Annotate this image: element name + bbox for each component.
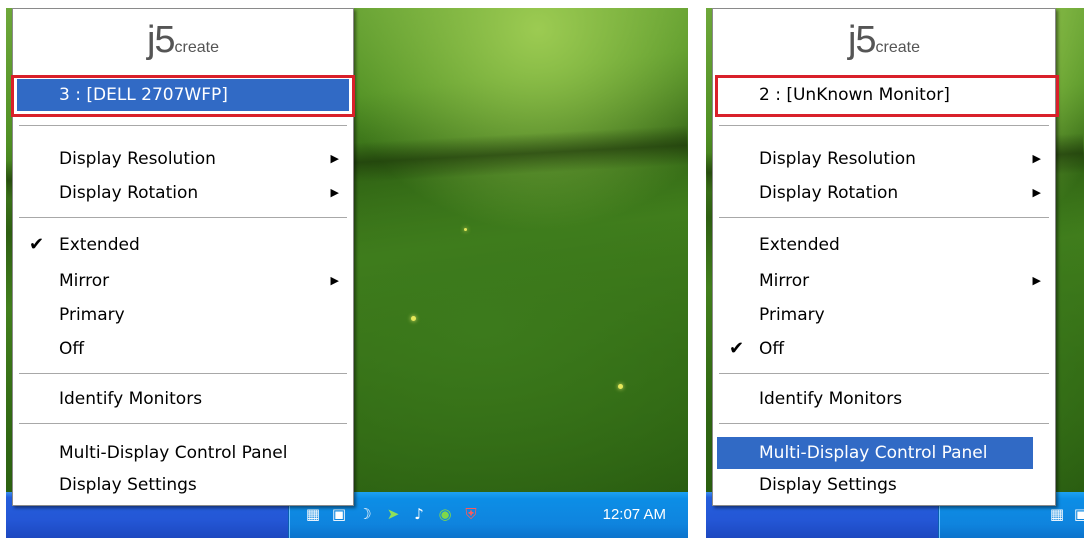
menu-item-label: Identify Monitors: [59, 389, 203, 409]
menu-item-monitor[interactable]: 3 : [DELL 2707WFP]: [17, 79, 349, 111]
j5create-logo: j5create: [13, 19, 353, 67]
context-menu: j5create 2 : [UnKnown Monitor] Display R…: [712, 8, 1059, 506]
menu-item-label: Identify Monitors: [759, 389, 903, 409]
firefly-dot: [618, 384, 623, 389]
checkmark-icon: ✔: [29, 234, 45, 255]
menu-item-off[interactable]: ✔ Off: [717, 333, 1051, 365]
j5-icon[interactable]: ▣: [1071, 504, 1084, 524]
menu-item-extended[interactable]: ✔ Extended: [17, 229, 349, 261]
menu-item-primary[interactable]: Primary: [717, 299, 1051, 331]
menu-item-mirror[interactable]: Mirror ▶: [717, 265, 1051, 297]
context-menu: j5create 3 : [DELL 2707WFP] Display Reso…: [11, 8, 355, 506]
menu-item-display-rotation[interactable]: Display Rotation ▶: [17, 177, 349, 209]
firefly-dot: [464, 228, 467, 231]
menu-separator: [19, 217, 347, 219]
menu-separator: [719, 423, 1049, 425]
screenshot-left: ▦ ▣ ☽ ➤ ♪ ◉ ⛨ 12:07 AM j5create 3 : [DEL…: [6, 8, 688, 538]
moon-icon[interactable]: ☽: [355, 504, 375, 524]
menu-item-label: Primary: [59, 305, 125, 325]
menu-item-label: Mirror: [759, 271, 810, 291]
menu-item-label: Display Resolution: [59, 149, 216, 169]
submenu-arrow-icon: ▶: [330, 186, 339, 199]
menu-item-label: Multi-Display Control Panel: [59, 443, 288, 463]
logo-create-text: create: [875, 39, 921, 56]
speaker-icon[interactable]: ♪: [409, 504, 429, 524]
menu-separator: [19, 125, 347, 127]
menu-separator: [719, 217, 1049, 219]
menu-item-display-resolution[interactable]: Display Resolution ▶: [717, 143, 1051, 175]
menu-item-label: Display Resolution: [759, 149, 916, 169]
menu-separator: [719, 125, 1049, 127]
menu-item-label: 3 : [DELL 2707WFP]: [59, 85, 228, 105]
green-arrow-icon[interactable]: ➤: [383, 504, 403, 524]
security-shield-icon[interactable]: ⛨: [461, 504, 481, 524]
menu-item-primary[interactable]: Primary: [17, 299, 349, 331]
menu-item-label: Off: [759, 339, 785, 359]
logo-j5-text: j5: [146, 19, 176, 61]
menu-item-label: 2 : [UnKnown Monitor]: [759, 85, 950, 105]
nvidia-icon[interactable]: ◉: [435, 504, 455, 524]
menu-item-display-settings[interactable]: Display Settings: [17, 469, 349, 501]
menu-item-identify-monitors[interactable]: Identify Monitors: [717, 383, 1051, 415]
menu-separator: [19, 423, 347, 425]
taskbar-clock[interactable]: 12:07 AM: [603, 506, 666, 523]
menu-item-extended[interactable]: Extended: [717, 229, 1051, 261]
menu-item-identify-monitors[interactable]: Identify Monitors: [17, 383, 349, 415]
screenshot-right: ▦ ▣ j5create 2 : [UnKnown Monitor] Displ…: [706, 8, 1084, 538]
submenu-arrow-icon: ▶: [1032, 274, 1041, 287]
menu-item-display-settings[interactable]: Display Settings: [717, 469, 1051, 501]
menu-separator: [719, 373, 1049, 375]
logo-create-text: create: [174, 39, 220, 56]
j5create-logo: j5create: [713, 19, 1055, 67]
menu-item-label: Display Settings: [59, 475, 197, 495]
menu-item-off[interactable]: Off: [17, 333, 349, 365]
menu-item-label: Mirror: [59, 271, 110, 291]
submenu-arrow-icon: ▶: [1032, 186, 1041, 199]
network-icon[interactable]: ▦: [303, 504, 323, 524]
submenu-arrow-icon: ▶: [330, 274, 339, 287]
firefly-dot: [411, 316, 416, 321]
menu-item-mirror[interactable]: Mirror ▶: [17, 265, 349, 297]
menu-item-display-resolution[interactable]: Display Resolution ▶: [17, 143, 349, 175]
menu-item-display-rotation[interactable]: Display Rotation ▶: [717, 177, 1051, 209]
submenu-arrow-icon: ▶: [1032, 152, 1041, 165]
submenu-arrow-icon: ▶: [330, 152, 339, 165]
menu-item-label: Off: [59, 339, 85, 359]
j5-icon[interactable]: ▣: [329, 504, 349, 524]
menu-item-label: Extended: [759, 235, 840, 255]
checkmark-icon: ✔: [729, 338, 745, 359]
menu-item-label: Multi-Display Control Panel: [759, 443, 988, 463]
menu-item-multi-display-control-panel[interactable]: Multi-Display Control Panel: [717, 437, 1033, 469]
menu-item-label: Display Rotation: [759, 183, 899, 203]
menu-item-label: Display Rotation: [59, 183, 199, 203]
logo-j5-text: j5: [847, 19, 877, 61]
network-icon[interactable]: ▦: [1047, 504, 1067, 524]
menu-separator: [19, 373, 347, 375]
menu-item-label: Primary: [759, 305, 825, 325]
menu-item-label: Extended: [59, 235, 140, 255]
menu-item-monitor[interactable]: 2 : [UnKnown Monitor]: [717, 79, 1051, 111]
menu-item-multi-display-control-panel[interactable]: Multi-Display Control Panel: [17, 437, 349, 469]
menu-item-label: Display Settings: [759, 475, 897, 495]
